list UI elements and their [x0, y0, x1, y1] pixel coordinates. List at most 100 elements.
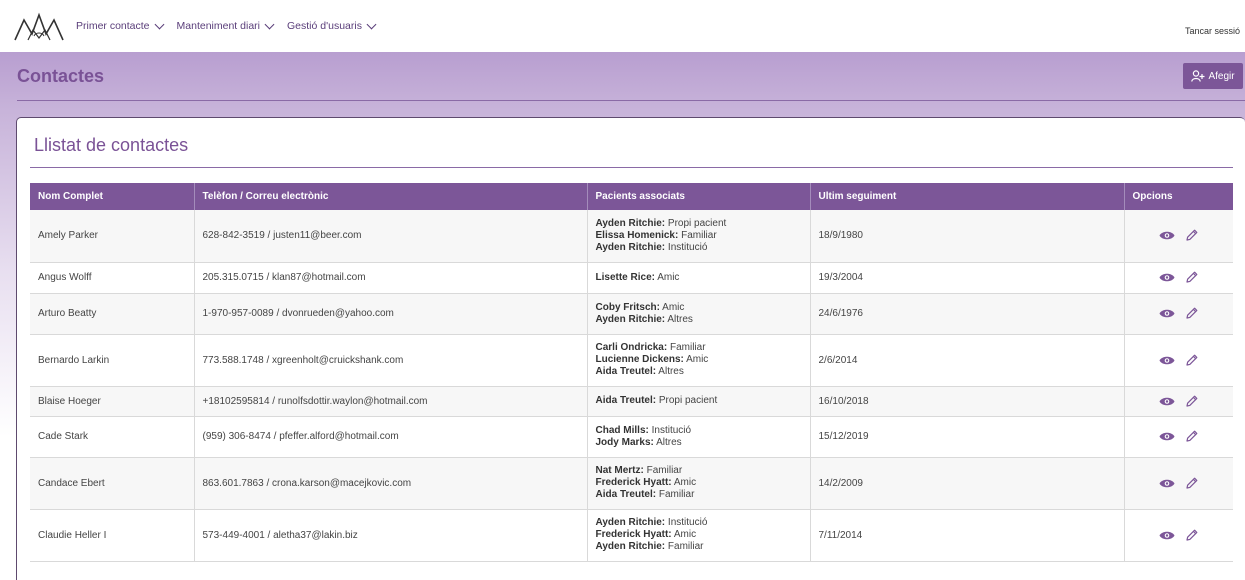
- patient-entry: Ayden Ritchie: Institució: [596, 517, 802, 529]
- card-divider: [30, 167, 1233, 168]
- patient-relation: Familiar: [678, 229, 717, 241]
- patient-name: Carli Ondricka:: [595, 342, 668, 353]
- row-actions: [1133, 395, 1226, 408]
- cell-name: Amely Parker: [30, 210, 195, 263]
- patient-relation: Familiar: [643, 465, 683, 476]
- patient-entry: Ayden Ritchie: Propi pacient: [596, 218, 802, 230]
- patient-relation: Altres: [653, 436, 682, 448]
- menu-manteniment-diari[interactable]: Manteniment diari: [176, 19, 275, 32]
- table-row: Cade Stark (959) 306-8474 / pfeffer.alfor…: [30, 416, 1233, 458]
- cell-last-followup: 24/6/1976: [810, 293, 1125, 335]
- cell-patients: Coby Fritsch: Amic Ayden Ritchie: Altres: [587, 293, 811, 335]
- card-title: Llistat de contactes: [34, 135, 189, 155]
- menu-primer-contacte[interactable]: Primer contacte: [76, 19, 164, 32]
- patient-relation: Altres: [656, 366, 684, 377]
- patient-name: Frederick Hyatt:: [595, 529, 672, 540]
- patient-entry: Jody Marks: Altres: [596, 437, 802, 449]
- patient-relation: Institució: [648, 424, 692, 436]
- eye-icon[interactable]: [1159, 478, 1175, 489]
- chevron-down-icon: [154, 19, 164, 29]
- patient-name: Ayden Ritchie:: [595, 241, 666, 253]
- row-actions: [1133, 271, 1226, 284]
- logo-icon[interactable]: [14, 12, 64, 42]
- cell-name: Bernardo Larkin: [30, 334, 195, 387]
- add-contact-button[interactable]: Afegir: [1183, 63, 1243, 89]
- table-row: Bernardo Larkin 773.588.1748 / xgreenholt…: [30, 334, 1233, 387]
- column-header-patients[interactable]: Pacients associats: [587, 183, 811, 210]
- patient-entry: Ayden Ritchie: Institució: [596, 242, 802, 254]
- patient-entry: Aida Treutel: Altres: [596, 366, 802, 378]
- eye-icon[interactable]: [1159, 308, 1175, 319]
- cell-name: Angus Wolff: [30, 262, 195, 294]
- cell-name: Candace Ebert: [30, 457, 195, 510]
- contacts-card: Llistat de contactes Nom Complet Telèfon…: [16, 117, 1245, 580]
- table-row: Amely Parker 628-842-3519 / justen11@beer…: [30, 210, 1233, 263]
- eye-icon[interactable]: [1159, 230, 1175, 241]
- eye-icon[interactable]: [1159, 530, 1175, 541]
- add-user-icon: [1191, 70, 1205, 82]
- column-header-name[interactable]: Nom Complet: [30, 183, 195, 210]
- cell-last-followup: 7/11/2014: [810, 509, 1125, 562]
- menu-label: Primer contacte: [76, 20, 150, 32]
- pencil-icon[interactable]: [1185, 271, 1198, 284]
- pencil-icon[interactable]: [1185, 430, 1198, 443]
- cell-patients: Carli Ondricka: Familiar Lucienne Dickens…: [587, 334, 811, 387]
- eye-icon[interactable]: [1159, 272, 1175, 283]
- column-header-contact[interactable]: Telèfon / Correu electrònic: [194, 183, 588, 210]
- cell-patients: Ayden Ritchie: Institució Frederick Hyatt…: [587, 509, 811, 562]
- patient-entry: Carli Ondricka: Familiar: [596, 342, 802, 354]
- cell-contact: (959) 306-8474 / pfeffer.alford@hotmail.…: [194, 416, 588, 458]
- cell-patients: Aida Treutel: Propi pacient: [587, 386, 811, 417]
- cell-name: Claudie Heller I: [30, 509, 195, 562]
- cell-options: [1124, 334, 1233, 387]
- header-divider: [17, 100, 1245, 101]
- patient-relation: Amic: [683, 354, 709, 365]
- pencil-icon[interactable]: [1185, 229, 1198, 242]
- cell-options: [1124, 416, 1233, 458]
- cell-contact: +18102595814 / runolfsdottir.waylon@hotm…: [194, 386, 588, 417]
- eye-icon[interactable]: [1159, 431, 1175, 442]
- eye-icon[interactable]: [1159, 396, 1175, 407]
- patient-name: Lisette Rice:: [595, 271, 655, 283]
- cell-options: [1124, 293, 1233, 335]
- row-actions: [1133, 430, 1226, 443]
- cell-options: [1124, 386, 1233, 417]
- patient-relation: Propi pacient: [656, 395, 718, 406]
- patient-entry: Coby Fritsch: Amic: [596, 302, 802, 314]
- patient-relation: Propi pacient: [665, 217, 727, 229]
- cell-options: [1124, 210, 1233, 263]
- pencil-icon[interactable]: [1185, 529, 1198, 542]
- chevron-down-icon: [264, 19, 275, 29]
- table-header: Nom Complet Telèfon / Correu electrònic …: [30, 183, 1233, 210]
- column-header-last-followup[interactable]: Ultim seguiment: [810, 183, 1125, 210]
- patient-relation: Amic: [671, 529, 697, 540]
- row-actions: [1133, 529, 1226, 542]
- patient-name: Nat Mertz:: [595, 465, 644, 476]
- patient-relation: Altres: [665, 313, 693, 325]
- row-actions: [1133, 477, 1226, 490]
- patient-entry: Lucienne Dickens: Amic: [596, 354, 802, 366]
- table-row: Claudie Heller I 573-449-4001 / aletha37@…: [30, 509, 1233, 562]
- cell-options: [1124, 509, 1233, 562]
- patient-name: Aida Treutel:: [595, 395, 657, 406]
- cell-contact: 628-842-3519 / justen11@beer.com: [194, 210, 588, 263]
- pencil-icon[interactable]: [1185, 307, 1198, 320]
- pencil-icon[interactable]: [1185, 395, 1198, 408]
- patient-name: Ayden Ritchie:: [595, 313, 666, 325]
- cell-patients: Chad Mills: Institució Jody Marks: Altres: [587, 416, 811, 458]
- pencil-icon[interactable]: [1185, 477, 1198, 490]
- cell-last-followup: 18/9/1980: [810, 210, 1125, 263]
- menu-gestio-usuaris[interactable]: Gestió d'usuaris: [287, 19, 377, 32]
- table-body: Amely Parker 628-842-3519 / justen11@beer…: [30, 210, 1233, 562]
- cell-last-followup: 16/10/2018: [810, 386, 1125, 417]
- table-row: Angus Wolff 205.315.0715 / klan87@hotmail…: [30, 262, 1233, 294]
- cell-contact: 863.601.7863 / crona.karson@macejkovic.c…: [194, 457, 588, 510]
- menu-label: Manteniment diari: [176, 20, 260, 32]
- patient-name: Coby Fritsch:: [595, 301, 660, 313]
- logout-link[interactable]: Tancar sessió: [1185, 26, 1245, 36]
- patient-name: Ayden Ritchie:: [595, 541, 666, 552]
- patient-entry: Chad Mills: Institució: [596, 425, 802, 437]
- patient-name: Jody Marks:: [595, 436, 654, 448]
- eye-icon[interactable]: [1159, 355, 1175, 366]
- pencil-icon[interactable]: [1185, 354, 1198, 367]
